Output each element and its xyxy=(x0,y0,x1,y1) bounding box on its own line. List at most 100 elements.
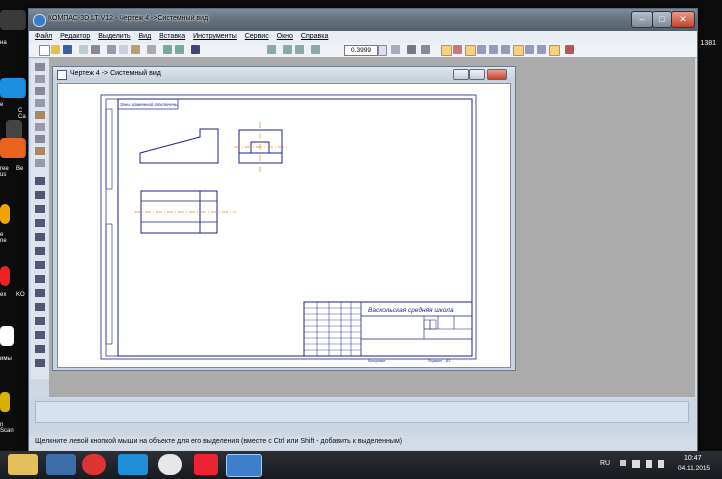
drawing-title-bar[interactable]: Чертеж 4 -> Системный вид xyxy=(53,67,515,81)
help-icon[interactable] xyxy=(191,45,200,54)
geometry-tool-icon[interactable] xyxy=(35,63,45,71)
drawing-canvas[interactable]: Зоны изменений отключены Васкольская сре… xyxy=(57,83,511,368)
circle-tool-icon[interactable] xyxy=(35,219,45,227)
fillet-tool-icon[interactable] xyxy=(35,289,45,297)
close-button[interactable]: ✕ xyxy=(671,11,695,28)
preview-icon[interactable] xyxy=(79,45,88,54)
ellipse-tool-icon[interactable] xyxy=(35,247,45,255)
desktop-icon-1[interactable] xyxy=(0,10,26,30)
zoom-input[interactable]: 0.3999 xyxy=(344,45,378,56)
drawing-sheet[interactable]: Зоны изменений отключены Васкольская сре… xyxy=(58,84,510,367)
tray-volume-icon[interactable] xyxy=(658,460,664,468)
open-file-icon[interactable] xyxy=(51,45,60,54)
snap-8-icon[interactable] xyxy=(525,45,534,54)
snap-icon[interactable] xyxy=(441,45,452,56)
desktop-icon-8[interactable] xyxy=(0,392,10,412)
yandex-taskbar-icon[interactable] xyxy=(194,454,218,475)
desktop-icon-7[interactable] xyxy=(0,326,14,346)
arc-tool-icon[interactable] xyxy=(35,233,45,241)
report-tool-icon[interactable] xyxy=(35,159,45,167)
menu-select[interactable]: Выделить xyxy=(98,31,130,43)
menu-help[interactable]: Справка xyxy=(301,31,328,43)
snap-5-icon[interactable] xyxy=(489,45,498,54)
snap-6-icon[interactable] xyxy=(501,45,510,54)
select-tool-icon[interactable] xyxy=(35,135,45,143)
annotation-tool-icon[interactable] xyxy=(35,87,45,95)
zoom-in-icon[interactable] xyxy=(283,45,292,54)
zoom-scale-icon[interactable] xyxy=(311,45,320,54)
cut-icon[interactable] xyxy=(107,45,116,54)
chamfer-tool-icon[interactable] xyxy=(35,275,45,283)
title-bar[interactable]: КОМПАС-3D LT V12 - Чертеж 4 ->Системный … xyxy=(29,9,697,31)
line-tool-icon[interactable] xyxy=(35,191,45,199)
zoom-dropdown-icon[interactable] xyxy=(378,45,387,56)
snap-7-icon[interactable] xyxy=(513,45,524,56)
property-bar[interactable] xyxy=(35,401,689,423)
desktop-icon-3[interactable] xyxy=(6,120,22,140)
menu-view[interactable]: Вид xyxy=(139,31,152,43)
edit-tool-icon[interactable] xyxy=(35,99,45,107)
redo-icon[interactable] xyxy=(175,45,184,54)
refresh-icon[interactable] xyxy=(407,45,416,54)
pencil-icon[interactable] xyxy=(565,45,574,54)
param-tool-icon[interactable] xyxy=(35,111,45,119)
pan-icon[interactable] xyxy=(391,45,400,54)
zoom-out-icon[interactable] xyxy=(295,45,304,54)
polygon-tool-icon[interactable] xyxy=(35,345,45,353)
media-player-taskbar-icon[interactable] xyxy=(46,454,76,475)
menu-window[interactable]: Окно xyxy=(277,31,293,43)
spec-tool-icon[interactable] xyxy=(35,147,45,155)
chrome-taskbar-icon[interactable] xyxy=(82,454,106,475)
menu-file[interactable]: Файл xyxy=(35,31,52,43)
tray-up-arrow-icon[interactable] xyxy=(620,460,626,466)
desktop-icon-2[interactable] xyxy=(0,78,26,98)
tray-flag-icon[interactable] xyxy=(646,460,652,468)
tray-network-icon[interactable] xyxy=(632,460,640,468)
measure-tool-icon[interactable] xyxy=(35,123,45,131)
tray-language[interactable]: RU xyxy=(600,460,610,467)
new-file-icon[interactable] xyxy=(39,45,50,56)
snap-10-icon[interactable] xyxy=(549,45,560,56)
kompas-taskbar-icon[interactable] xyxy=(226,454,262,477)
doc-maximize-button[interactable] xyxy=(469,69,485,80)
maximize-button[interactable]: □ xyxy=(652,11,672,28)
menu-edit[interactable]: Редактор xyxy=(60,31,90,43)
snap-9-icon[interactable] xyxy=(537,45,546,54)
zoom-window-icon[interactable] xyxy=(267,45,276,54)
segment-tool-icon[interactable] xyxy=(35,205,45,213)
desktop-icon-5[interactable] xyxy=(0,204,10,224)
contour-tool-icon[interactable] xyxy=(35,359,45,367)
layers-icon[interactable] xyxy=(421,45,430,54)
desktop-icon-4[interactable] xyxy=(0,138,26,158)
snap-3-icon[interactable] xyxy=(465,45,476,56)
properties-icon[interactable] xyxy=(147,45,156,54)
snap-2-icon[interactable] xyxy=(453,45,462,54)
tray-time[interactable]: 10:47 xyxy=(684,455,702,462)
skype-taskbar-icon[interactable] xyxy=(118,454,148,475)
tray-date[interactable]: 04.11.2015 xyxy=(678,465,710,472)
menu-service[interactable]: Сервис xyxy=(245,31,269,43)
menu-tools[interactable]: Инструменты xyxy=(193,31,237,43)
minimize-button[interactable]: – xyxy=(631,11,653,28)
desktop-icon-6[interactable] xyxy=(0,266,10,286)
paste-icon[interactable] xyxy=(131,45,140,54)
menu-insert[interactable]: Вставка xyxy=(159,31,185,43)
polyline-tool-icon[interactable] xyxy=(35,303,45,311)
dimension-tool-icon[interactable] xyxy=(35,75,45,83)
doc-close-button[interactable] xyxy=(487,69,507,80)
doc-minimize-button[interactable] xyxy=(453,69,469,80)
point-tool-icon[interactable] xyxy=(35,177,45,185)
print-icon[interactable] xyxy=(91,45,100,54)
save-icon[interactable] xyxy=(63,45,72,54)
title-block-organization: Васкольская средняя школа xyxy=(368,306,454,314)
snap-4-icon[interactable] xyxy=(477,45,486,54)
undo-icon[interactable] xyxy=(163,45,172,54)
main-toolbar: 0.3999 xyxy=(29,43,697,58)
rectangle-tool-icon[interactable] xyxy=(35,331,45,339)
copy-icon[interactable] xyxy=(119,45,128,54)
spline-tool-icon[interactable] xyxy=(35,317,45,325)
kompas-app-icon xyxy=(33,14,46,27)
hatch-tool-icon[interactable] xyxy=(35,261,45,269)
file-explorer-taskbar-icon[interactable] xyxy=(8,454,38,475)
yandex-browser-taskbar-icon[interactable] xyxy=(158,454,182,475)
